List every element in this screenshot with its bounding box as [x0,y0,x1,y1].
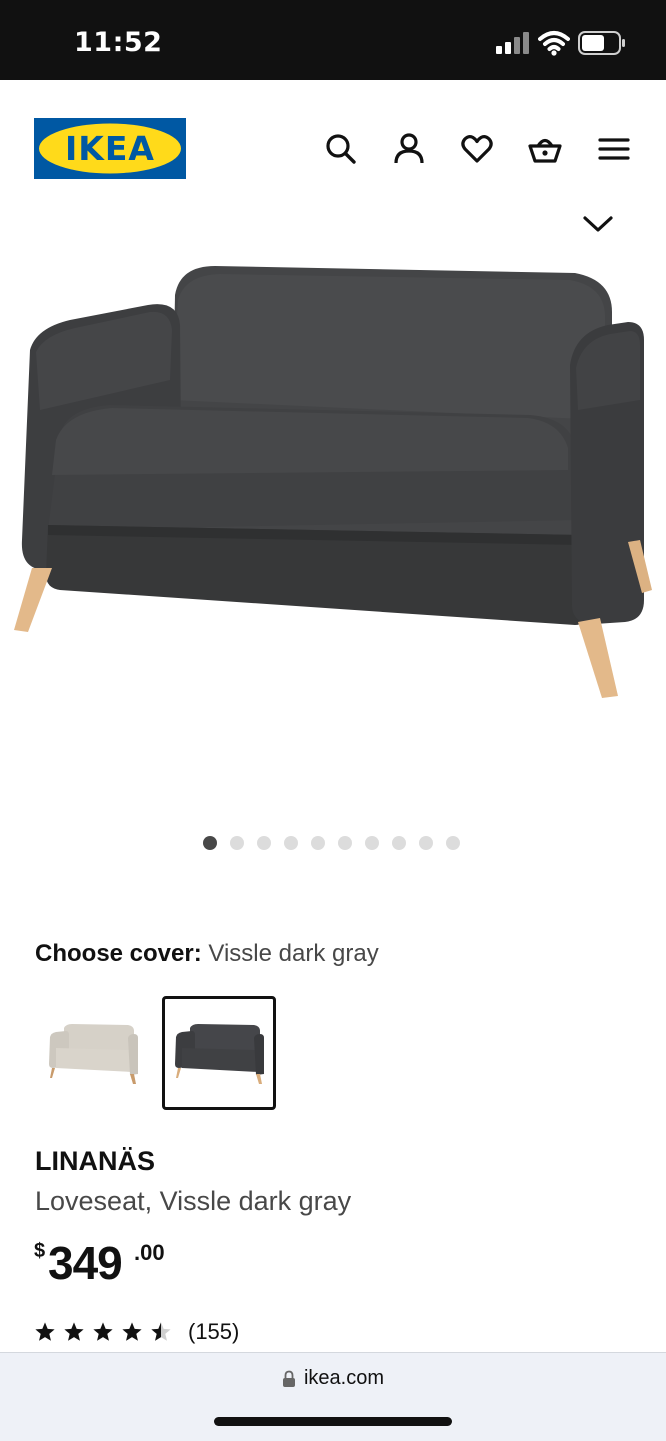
star-full-icon [93,1322,113,1341]
star-full-icon [64,1322,84,1341]
basket-icon[interactable] [528,132,562,166]
carousel-dot[interactable] [257,836,271,850]
signal-icon [496,32,530,54]
sofa-thumbnail [49,1024,138,1084]
site-header: IKEA [0,80,666,200]
product-image[interactable] [0,200,666,810]
cover-option-beige[interactable] [36,996,150,1110]
logo-text: IKEA [65,129,155,168]
url-text: ikea.com [303,1367,385,1389]
star-full-icon [122,1322,142,1341]
carousel-dot[interactable] [365,836,379,850]
carousel-dot[interactable] [392,836,406,850]
wifi-icon [538,31,570,56]
account-icon[interactable] [392,132,426,166]
chevron-down-icon[interactable] [582,210,614,236]
heart-icon[interactable] [460,132,494,166]
product-name: LINANÄS [35,1146,155,1176]
carousel-dot[interactable] [203,836,217,850]
battery-icon [578,31,625,55]
lock-icon [282,1370,295,1387]
carousel-dot[interactable] [419,836,433,850]
ikea-logo[interactable]: IKEA [34,118,186,179]
star-full-icon [35,1322,55,1341]
home-indicator[interactable] [214,1417,452,1426]
cover-chooser-label: Choose cover: Vissle dark gray [35,940,379,968]
status-bar: 11:52 [0,0,666,80]
browser-bar: ikea.com [0,1352,666,1441]
price-currency: $ [34,1240,46,1262]
sofa-thumbnail [175,1024,264,1084]
star-half-icon [151,1322,171,1341]
search-icon[interactable] [324,132,358,166]
review-count: (155) [188,1319,240,1344]
carousel-dots [203,836,460,850]
price-cents: .00 [134,1240,165,1265]
status-time: 11:52 [74,27,163,58]
carousel-dot[interactable] [230,836,244,850]
cover-label: Choose cover: [35,940,202,967]
cover-option-dark-gray[interactable] [162,996,276,1110]
carousel-dot[interactable] [338,836,352,850]
carousel-dot[interactable] [446,836,460,850]
cover-selected-value: Vissle dark gray [208,940,379,967]
product-rating[interactable]: (155) [34,1318,239,1346]
address-bar[interactable]: ikea.com [0,1367,666,1390]
price-whole: 349 [48,1237,123,1289]
carousel-dot[interactable] [284,836,298,850]
product-description: Loveseat, Vissle dark gray [35,1186,352,1216]
menu-icon[interactable] [597,132,631,166]
carousel-dot[interactable] [311,836,325,850]
